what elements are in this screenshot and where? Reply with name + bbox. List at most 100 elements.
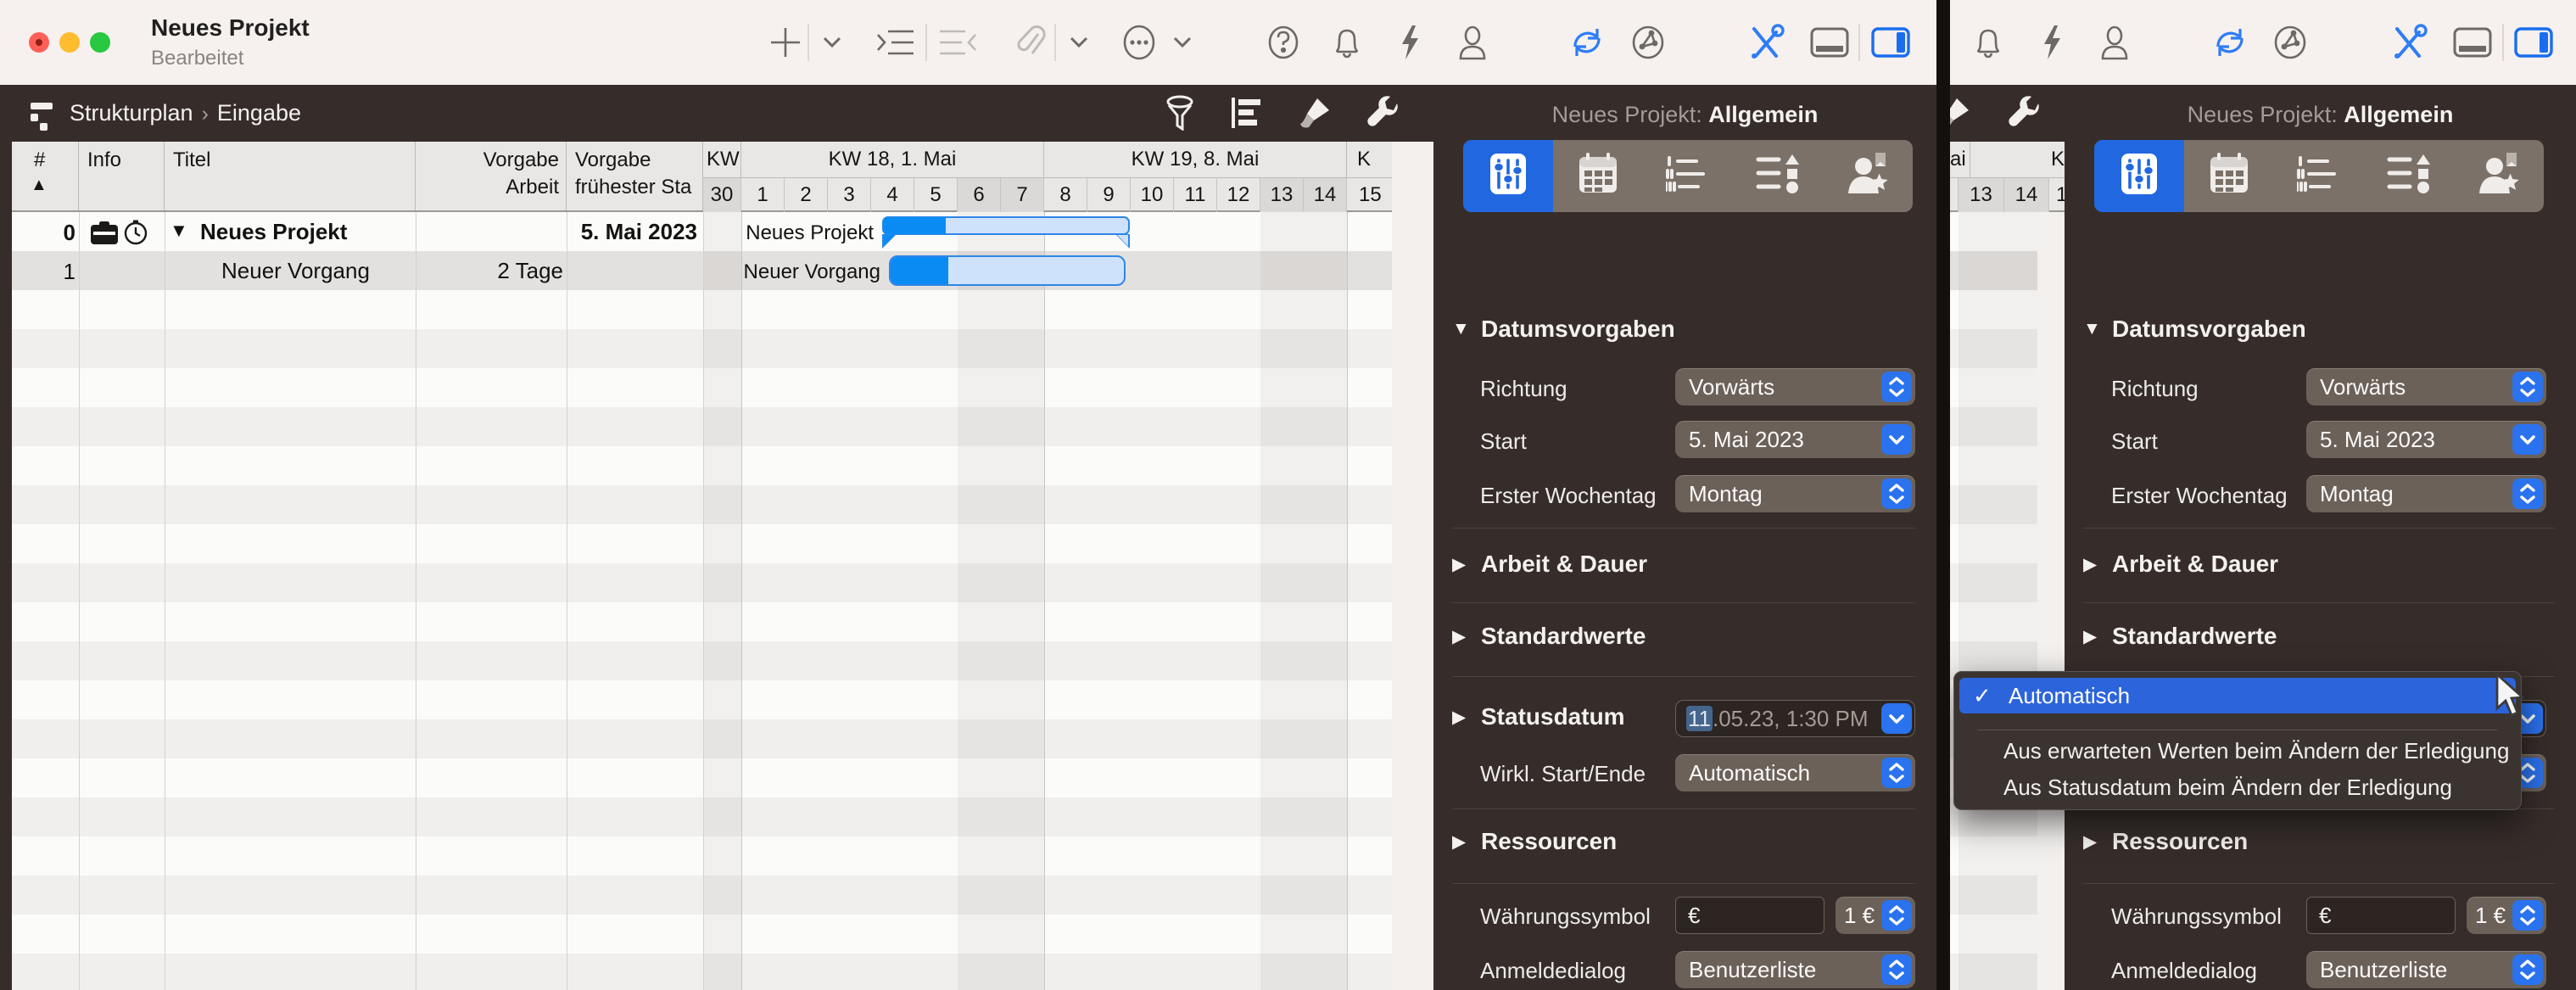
start-combo[interactable]: 5. Mai 2023 xyxy=(2306,421,2546,458)
attach-button[interactable] xyxy=(1010,21,1053,64)
disclosure-closed-icon[interactable]: ▶ xyxy=(1452,554,1481,575)
sort-ascending-icon[interactable]: ▲ xyxy=(31,176,47,195)
stepper-chevrons-icon[interactable] xyxy=(1881,372,1912,402)
attach-menu-button[interactable] xyxy=(1058,21,1100,64)
settings-tools-button[interactable] xyxy=(1745,21,1787,64)
toggle-right-panel-button[interactable] xyxy=(2512,21,2555,64)
user-button[interactable] xyxy=(1451,21,1494,64)
notifications-button[interactable] xyxy=(1326,21,1368,64)
more-actions-button[interactable] xyxy=(1118,21,1160,64)
currency-symbol-field[interactable]: € xyxy=(1675,897,1824,934)
column-header-vorgabe-arbeit[interactable]: VorgabeArbeit xyxy=(416,142,567,210)
activity-button[interactable] xyxy=(1389,21,1431,64)
start-combo[interactable]: 5. Mai 2023 xyxy=(1675,421,1915,458)
section-arbeit-dauer[interactable]: ▶ Arbeit & Dauer xyxy=(2083,551,2278,578)
column-header-number[interactable]: # ▲ xyxy=(12,142,79,210)
breadcrumb-view[interactable]: Strukturplan xyxy=(70,100,193,126)
project-summary-bar[interactable] xyxy=(882,216,1130,235)
network-button[interactable] xyxy=(2269,21,2311,64)
menu-item[interactable]: Aus Statusdatum beim Ändern der Erledigu… xyxy=(2003,775,2452,801)
tab-numbered-list[interactable] xyxy=(2274,140,2364,212)
stepper-chevrons-icon[interactable] xyxy=(2512,478,2543,509)
column-header-info[interactable]: Info xyxy=(79,142,165,210)
zoom-button[interactable] xyxy=(90,32,110,53)
row-title[interactable]: Neues Projekt xyxy=(200,219,347,245)
menu-item-selected[interactable]: ✓ Automatisch xyxy=(1959,678,2516,713)
network-button[interactable] xyxy=(1627,21,1669,64)
row-start-date[interactable]: 5. Mai 2023 xyxy=(581,219,697,245)
settings-tools-button[interactable] xyxy=(2388,21,2430,64)
toggle-right-panel-button[interactable] xyxy=(1869,21,1912,64)
anmeldedialog-popup[interactable]: Benutzerliste xyxy=(2306,951,2546,988)
stepper-chevrons-icon[interactable] xyxy=(1881,478,1912,509)
tab-general-settings[interactable] xyxy=(1463,140,1553,212)
richtung-popup[interactable]: Vorwärts xyxy=(1675,368,1915,406)
help-button[interactable] xyxy=(1262,21,1305,64)
tab-general-settings[interactable] xyxy=(2094,140,2184,212)
close-button[interactable] xyxy=(29,32,49,53)
user-button[interactable] xyxy=(2093,21,2136,64)
tab-calendar[interactable] xyxy=(1553,140,1643,212)
stepper-chevrons-icon[interactable] xyxy=(2512,954,2543,985)
wochentag-popup[interactable]: Montag xyxy=(2306,475,2546,512)
more-actions-menu-button[interactable] xyxy=(1161,21,1204,64)
filter-button[interactable] xyxy=(1160,95,1199,134)
section-arbeit-dauer[interactable]: ▶ Arbeit & Dauer xyxy=(1452,551,1647,578)
currency-unit-popup[interactable]: 1 € xyxy=(2467,897,2546,934)
style-brush-button[interactable] xyxy=(1295,95,1334,134)
toggle-bottom-panel-button[interactable] xyxy=(2451,21,2494,64)
style-brush-button[interactable] xyxy=(1950,95,1974,134)
notifications-button[interactable] xyxy=(1967,21,2009,64)
breadcrumb[interactable]: Strukturplan›Eingabe xyxy=(70,100,301,126)
section-datumsvorgaben[interactable]: ▼ Datumsvorgaben xyxy=(2083,316,2306,343)
disclosure-closed-icon[interactable]: ▶ xyxy=(2083,831,2112,853)
wochentag-popup[interactable]: Montag xyxy=(1675,475,1915,512)
toggle-bottom-panel-button[interactable] xyxy=(1808,21,1851,64)
settings-wrench-button[interactable] xyxy=(1363,95,1402,134)
wirkl-popup[interactable]: Automatisch xyxy=(1675,754,1915,791)
statusdatum-field[interactable]: 11.05.23, 1:30 PM xyxy=(1675,700,1915,737)
disclosure-closed-icon[interactable]: ▶ xyxy=(2083,626,2112,647)
stepper-chevrons-icon[interactable] xyxy=(1881,954,1912,985)
chevron-down-icon[interactable] xyxy=(1881,424,1912,455)
add-menu-button[interactable] xyxy=(811,21,853,64)
table-body[interactable] xyxy=(12,212,1392,990)
currency-unit-popup[interactable]: 1 € xyxy=(1836,897,1915,934)
tab-values-list[interactable] xyxy=(1733,140,1823,212)
currency-symbol-field[interactable]: € xyxy=(2306,897,2456,934)
column-header-vorgabe-fruehester-start[interactable]: Vorgabefrühester Sta xyxy=(567,142,703,210)
chevron-down-icon[interactable] xyxy=(1881,703,1912,734)
breadcrumb-mode[interactable]: Eingabe xyxy=(217,100,301,126)
indent-button[interactable] xyxy=(874,21,917,64)
tab-calendar[interactable] xyxy=(2184,140,2274,212)
outline-levels-button[interactable] xyxy=(1227,95,1266,134)
section-datumsvorgaben[interactable]: ▼ Datumsvorgaben xyxy=(1452,316,1675,343)
disclosure-triangle[interactable]: ▼ xyxy=(170,220,188,242)
richtung-popup[interactable]: Vorwärts xyxy=(2306,368,2546,406)
row-title[interactable]: Neuer Vorgang xyxy=(221,258,370,284)
wbs-view-icon[interactable] xyxy=(27,99,61,137)
add-button[interactable] xyxy=(764,21,807,64)
row-work[interactable]: 2 Tage xyxy=(497,258,563,284)
task-bar[interactable] xyxy=(889,255,1126,286)
section-standardwerte[interactable]: ▶ Standardwerte xyxy=(2083,623,2277,650)
disclosure-closed-icon[interactable]: ▶ xyxy=(2083,554,2112,575)
disclosure-closed-icon[interactable]: ▶ xyxy=(1452,626,1481,647)
outdent-button[interactable] xyxy=(936,21,979,64)
activity-button[interactable] xyxy=(2031,21,2073,64)
section-statusdatum[interactable]: ▶ Statusdatum xyxy=(1452,703,1625,730)
settings-wrench-button[interactable] xyxy=(2004,95,2043,134)
section-ressourcen[interactable]: ▶ Ressourcen xyxy=(2083,828,2248,855)
section-ressourcen[interactable]: ▶ Ressourcen xyxy=(1452,828,1617,855)
disclosure-open-icon[interactable]: ▼ xyxy=(2083,319,2112,339)
stepper-chevrons-icon[interactable] xyxy=(1881,758,1912,788)
disclosure-open-icon[interactable]: ▼ xyxy=(1452,319,1481,339)
column-header-titel[interactable]: Titel xyxy=(165,142,416,210)
sync-button[interactable] xyxy=(2209,21,2251,64)
menu-item[interactable]: Aus erwarteten Werten beim Ändern der Er… xyxy=(2003,738,2509,764)
stepper-chevrons-icon[interactable] xyxy=(2512,900,2543,931)
tab-resources[interactable] xyxy=(1823,140,1913,212)
chevron-down-icon[interactable] xyxy=(2512,424,2543,455)
stepper-chevrons-icon[interactable] xyxy=(2512,372,2543,402)
section-standardwerte[interactable]: ▶ Standardwerte xyxy=(1452,623,1646,650)
